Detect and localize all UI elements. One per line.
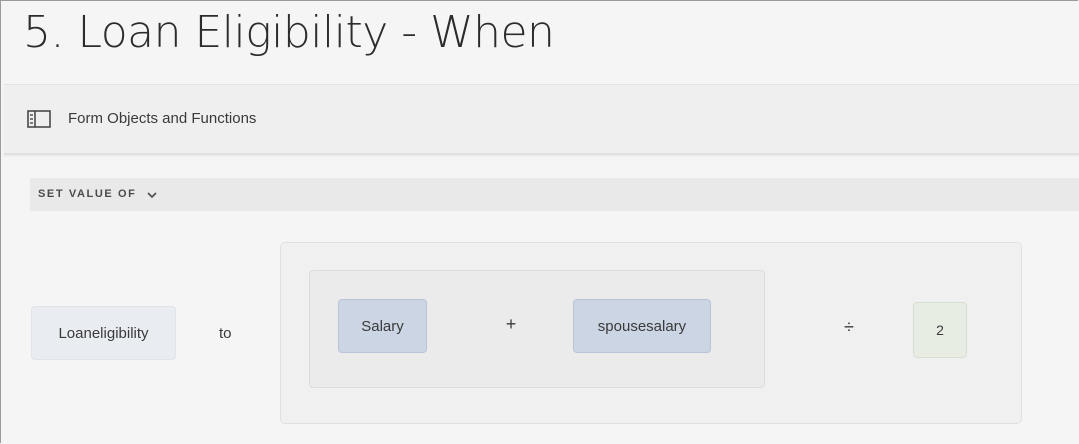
target-field-loaneligibility[interactable]: Loaneligibility [31, 306, 176, 360]
operand-salary[interactable]: Salary [338, 299, 427, 353]
page-title: 5. Loan Eligibility - When [23, 7, 555, 58]
set-value-of-label: SET VALUE OF [38, 188, 137, 200]
set-value-of-bar[interactable]: SET VALUE OF [30, 178, 1079, 211]
chevron-down-icon[interactable] [146, 189, 158, 201]
plus-operator[interactable]: + [501, 314, 521, 335]
form-objects-and-functions-button[interactable]: Form Objects and Functions [68, 110, 256, 127]
to-connector-label: to [219, 325, 232, 342]
rule-editor-window: 5. Loan Eligibility - When Form Objects … [0, 0, 1079, 443]
form-objects-toolbar: Form Objects and Functions [4, 84, 1079, 155]
divisor-number[interactable]: 2 [913, 302, 967, 358]
form-objects-panel-icon[interactable] [27, 110, 51, 128]
divide-operator[interactable]: ÷ [839, 317, 859, 338]
operand-spousesalary[interactable]: spousesalary [573, 299, 711, 353]
